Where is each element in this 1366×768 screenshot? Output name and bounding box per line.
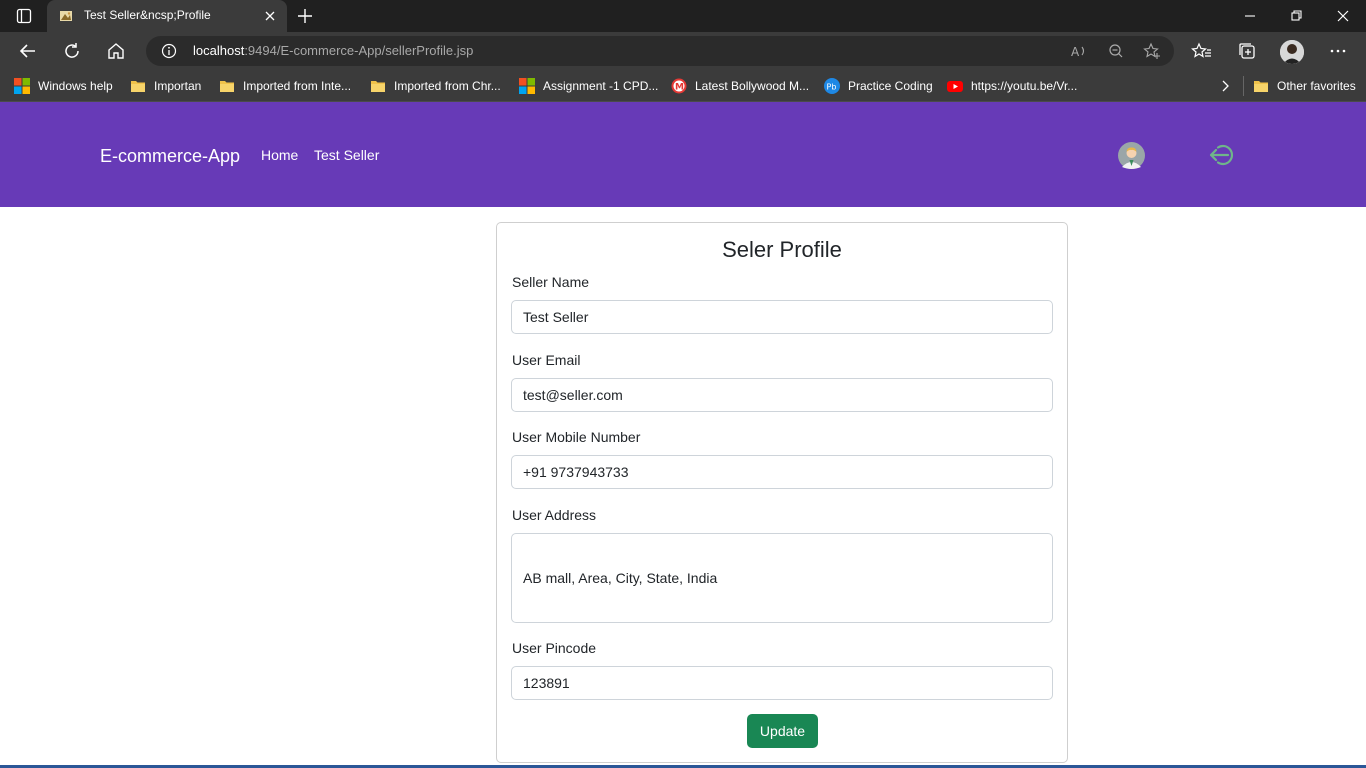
zoom-out-icon[interactable] <box>1107 42 1125 60</box>
url-text: localhost:9494/E-commerce-App/sellerProf… <box>193 43 473 58</box>
tab-title: Test Seller&ncsp;Profile <box>84 8 211 22</box>
collections-icon[interactable] <box>1236 40 1258 62</box>
tab-actions-icon[interactable] <box>8 4 40 28</box>
home-icon[interactable] <box>105 40 127 62</box>
user-avatar-icon[interactable] <box>1118 142 1145 169</box>
user-email-label: User Email <box>512 352 581 368</box>
restore-icon[interactable] <box>1286 6 1306 26</box>
new-tab-icon[interactable] <box>295 6 315 26</box>
close-window-icon[interactable] <box>1333 6 1353 26</box>
folder-icon <box>219 78 235 94</box>
back-icon[interactable] <box>17 40 39 62</box>
pb-logo-icon: Pb <box>824 78 840 94</box>
bookmark-windows-help[interactable]: Windows help <box>14 76 113 96</box>
address-bar[interactable]: localhost:9494/E-commerce-App/sellerProf… <box>146 36 1174 66</box>
bookmarks-bar: Windows help Importan Imported from Inte… <box>0 70 1366 102</box>
svg-text:A: A <box>1071 45 1080 59</box>
mx-logo-icon: M <box>671 78 687 94</box>
site-navbar: E-commerce-App Home Test Seller <box>0 102 1366 207</box>
user-address-label: User Address <box>512 507 597 523</box>
folder-icon <box>370 78 386 94</box>
nav-home-link[interactable]: Home <box>261 147 298 163</box>
svg-text:Pb: Pb <box>827 83 837 92</box>
refresh-icon[interactable] <box>61 40 83 62</box>
seller-name-input[interactable] <box>511 300 1053 334</box>
svg-text:M: M <box>675 83 684 93</box>
folder-icon <box>130 78 146 94</box>
update-button[interactable]: Update <box>747 714 818 748</box>
page-title: Seler Profile <box>722 237 842 262</box>
user-mobile-input[interactable] <box>511 455 1053 489</box>
youtube-icon <box>947 78 963 94</box>
browser-tab-active[interactable]: Test Seller&ncsp;Profile <box>47 0 287 32</box>
browser-toolbar: localhost:9494/E-commerce-App/sellerProf… <box>0 32 1366 70</box>
user-mobile-label: User Mobile Number <box>512 429 641 445</box>
bookmark-practice-coding[interactable]: Pb Practice Coding <box>824 76 933 96</box>
nav-seller-link[interactable]: Test Seller <box>314 147 379 163</box>
tab-close-icon[interactable] <box>263 9 277 23</box>
logout-icon[interactable] <box>1206 142 1236 168</box>
user-pincode-input[interactable] <box>511 666 1053 700</box>
tab-favicon-icon <box>59 9 73 23</box>
seller-name-label: Seller Name <box>512 274 590 290</box>
user-address-value: AB mall, Area, City, State, India <box>523 570 718 586</box>
folder-icon <box>1253 78 1269 94</box>
seller-profile-card: Seler Profile Seller Name User Email Use… <box>496 222 1068 763</box>
bookmark-other-favorites[interactable]: Other favorites <box>1253 76 1356 96</box>
more-menu-icon[interactable] <box>1327 40 1349 62</box>
user-email-input[interactable] <box>511 378 1053 412</box>
minimize-icon[interactable] <box>1240 6 1260 26</box>
read-aloud-icon[interactable]: A <box>1070 42 1088 60</box>
add-favorite-icon[interactable] <box>1142 41 1162 61</box>
url-path: :9494/E-commerce-App/sellerProfile.jsp <box>244 43 474 58</box>
windows-logo-icon <box>519 78 535 94</box>
bookmark-assignment[interactable]: Assignment -1 CPD... <box>519 76 658 96</box>
bookmark-youtube[interactable]: https://youtu.be/Vr... <box>947 76 1077 96</box>
bookmark-bollywood[interactable]: M Latest Bollywood M... <box>671 76 809 96</box>
profile-avatar[interactable] <box>1280 40 1304 64</box>
bookmark-imported-ie[interactable]: Imported from Inte... <box>219 76 351 96</box>
favorites-icon[interactable] <box>1191 40 1213 62</box>
chevron-right-icon[interactable] <box>1217 78 1233 94</box>
bookmark-importan[interactable]: Importan <box>130 76 201 96</box>
user-address-textarea[interactable]: AB mall, Area, City, State, India <box>511 533 1053 623</box>
bookmarks-divider <box>1243 76 1244 96</box>
browser-tab-bar: Test Seller&ncsp;Profile <box>0 0 1366 32</box>
site-info-icon[interactable] <box>161 43 177 59</box>
user-pincode-label: User Pincode <box>512 640 597 656</box>
bookmark-imported-chrome[interactable]: Imported from Chr... <box>370 76 501 96</box>
brand-link[interactable]: E-commerce-App <box>100 146 240 167</box>
url-host: localhost <box>193 43 245 58</box>
windows-logo-icon <box>14 78 30 94</box>
